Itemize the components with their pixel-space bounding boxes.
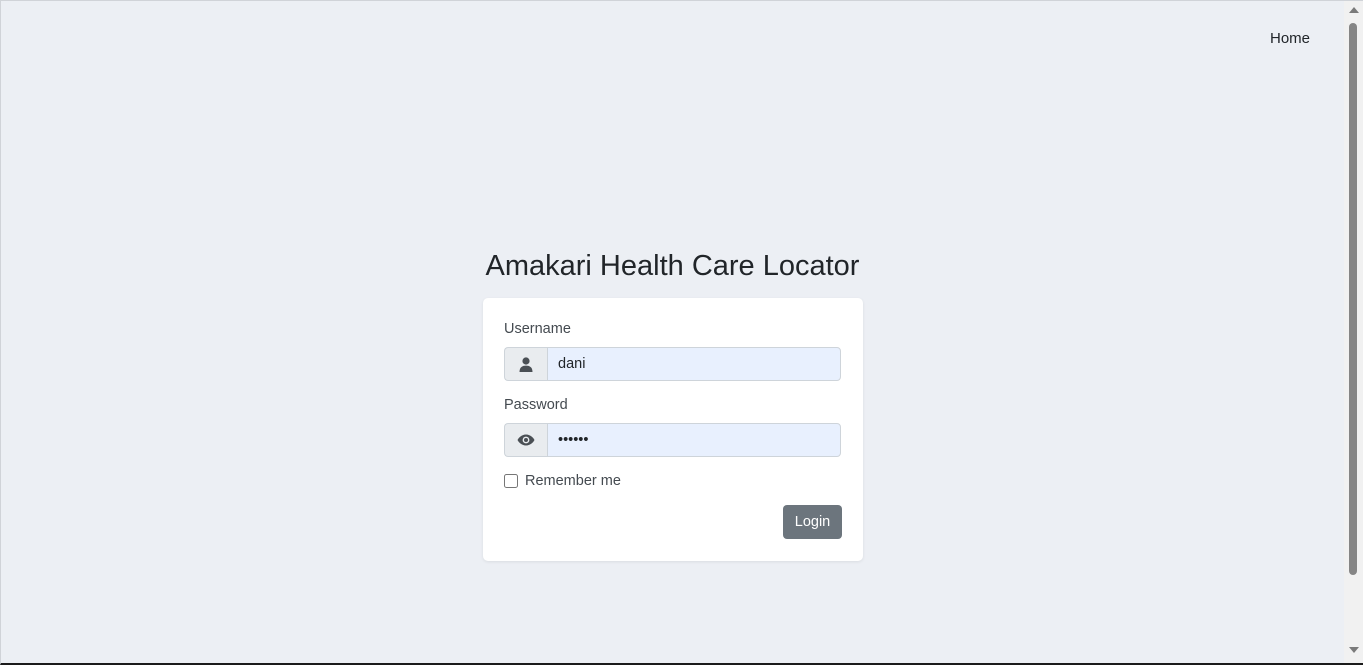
remember-me-label: Remember me xyxy=(525,473,621,489)
password-label: Password xyxy=(504,397,568,413)
nav-home-link[interactable]: Home xyxy=(1270,30,1310,47)
username-input-group xyxy=(504,347,841,381)
login-button[interactable]: Login xyxy=(783,505,842,539)
login-card: Username Password Remember me Login xyxy=(483,298,863,561)
remember-me-row[interactable]: Remember me xyxy=(504,473,621,489)
vertical-scrollbar[interactable] xyxy=(1344,1,1363,663)
username-label: Username xyxy=(504,321,571,337)
username-input[interactable] xyxy=(547,347,841,381)
scroll-down-arrow-icon[interactable] xyxy=(1349,647,1359,653)
page-title: Amakari Health Care Locator xyxy=(485,250,860,282)
scroll-thumb[interactable] xyxy=(1349,23,1357,575)
eye-icon[interactable] xyxy=(504,423,547,457)
password-input[interactable] xyxy=(547,423,841,457)
user-icon xyxy=(504,347,547,381)
scroll-up-arrow-icon[interactable] xyxy=(1349,7,1359,13)
password-input-group xyxy=(504,423,841,457)
remember-me-checkbox[interactable] xyxy=(504,474,518,488)
